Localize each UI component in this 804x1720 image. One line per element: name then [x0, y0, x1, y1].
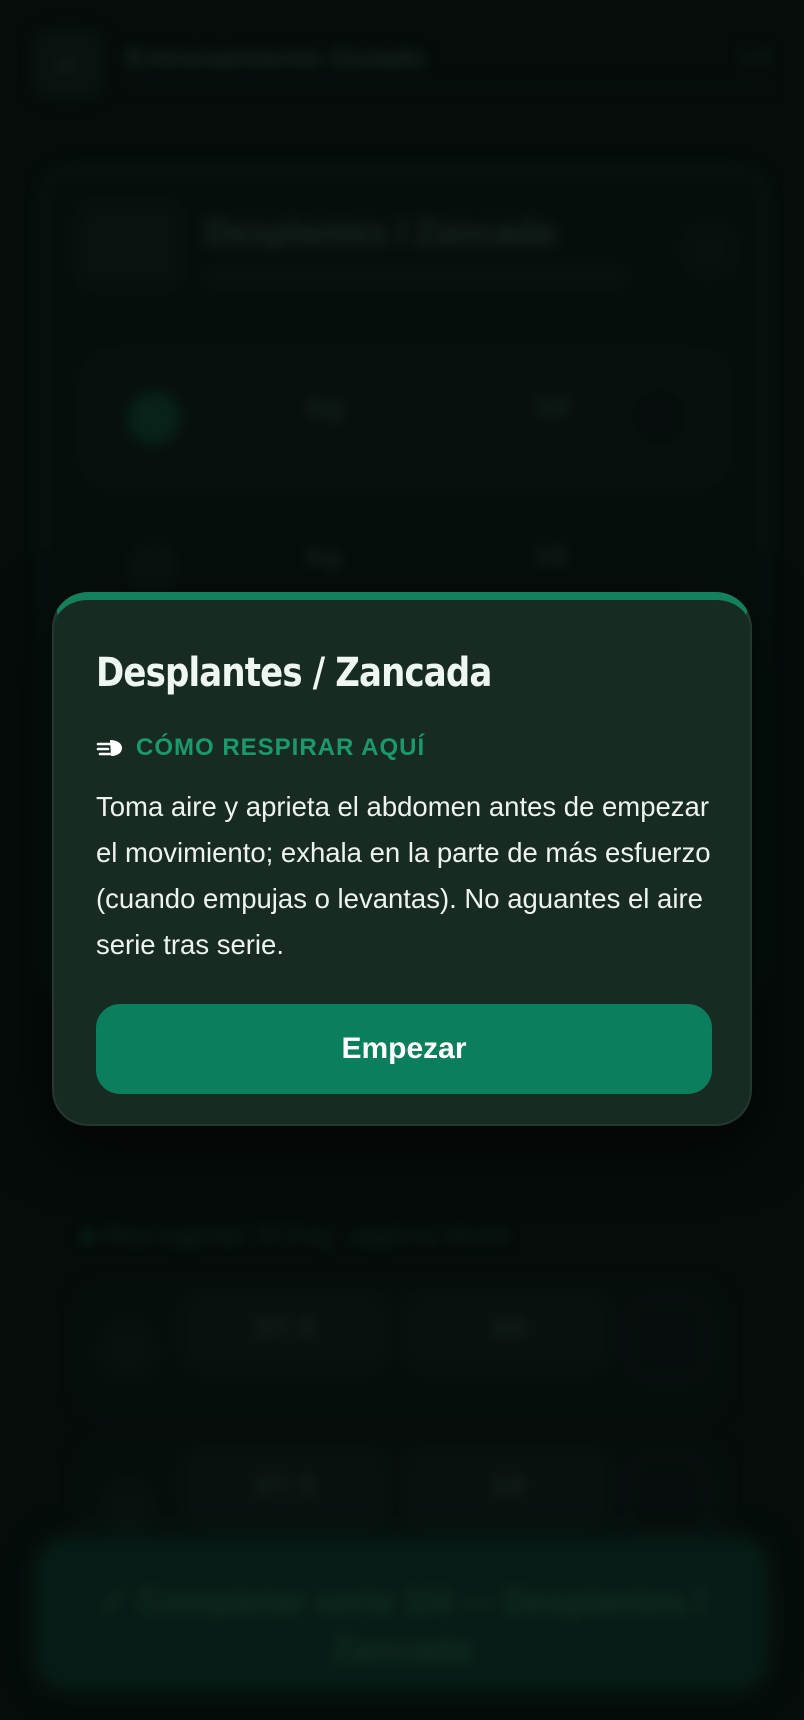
- modal-title: Desplantes / Zancada: [96, 650, 492, 696]
- start-button[interactable]: Empezar: [96, 1004, 712, 1094]
- breathing-instructions: Toma aire y aprieta el abdomen antes de …: [96, 791, 711, 960]
- breathing-tip-modal: Desplantes / Zancada CÓMO RESPIRAR AQUÍ …: [52, 592, 752, 1126]
- wind-icon: [96, 740, 122, 756]
- breathing-section-label: CÓMO RESPIRAR AQUÍ: [96, 734, 425, 762]
- breathing-section-title: CÓMO RESPIRAR AQUÍ: [136, 734, 426, 761]
